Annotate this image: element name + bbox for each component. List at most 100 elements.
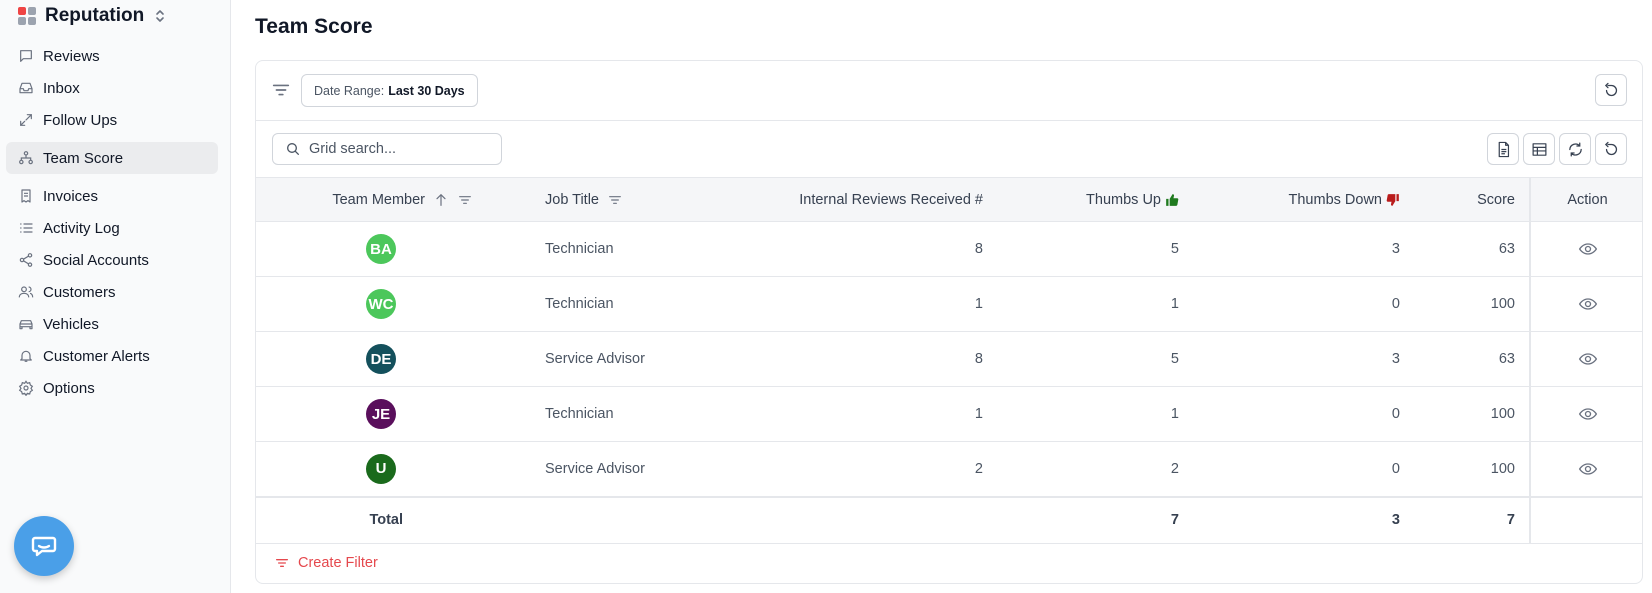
sidebar-item-customer-alerts[interactable]: Customer Alerts bbox=[6, 340, 218, 372]
team-member-cell: WC bbox=[256, 276, 531, 332]
total-label: Total bbox=[256, 495, 531, 544]
column-filter-icon[interactable] bbox=[607, 192, 623, 208]
table-row[interactable]: JE Technician 1 1 0 100 bbox=[256, 386, 1642, 442]
column-filter-icon[interactable] bbox=[457, 192, 473, 208]
total-thumbs-up: 7 bbox=[997, 495, 1193, 544]
eye-icon[interactable] bbox=[1578, 404, 1598, 424]
score-cell: 100 bbox=[1414, 276, 1530, 332]
team-member-cell: DE bbox=[256, 331, 531, 387]
sidebar-item-label: Options bbox=[43, 379, 95, 397]
sidebar-item-activity-log[interactable]: Activity Log bbox=[6, 212, 218, 244]
thumbs-up-cell: 5 bbox=[997, 221, 1193, 277]
grid-search[interactable] bbox=[272, 133, 502, 165]
eye-icon[interactable] bbox=[1578, 349, 1598, 369]
reviews-cell: 8 bbox=[741, 331, 997, 387]
team-member-cell: U bbox=[256, 441, 531, 497]
job-title-cell: Technician bbox=[531, 276, 741, 332]
filter-bar: Date Range: Last 30 Days bbox=[256, 61, 1642, 121]
reset-filters-button[interactable] bbox=[1595, 74, 1627, 106]
column-header-label: Job Title bbox=[545, 191, 599, 208]
message-square-icon bbox=[20, 50, 32, 62]
sidebar-item-inbox[interactable]: Inbox bbox=[6, 72, 218, 104]
filter-lines-icon[interactable] bbox=[270, 79, 292, 101]
action-cell bbox=[1529, 221, 1642, 277]
column-header-team-member[interactable]: Team Member bbox=[256, 177, 531, 222]
sidebar-item-label: Reviews bbox=[43, 47, 100, 65]
column-header-thumbs-up[interactable]: Thumbs Up bbox=[997, 177, 1193, 222]
sidebar-item-vehicles[interactable]: Vehicles bbox=[6, 308, 218, 340]
team-score-card: Date Range: Last 30 Days Team Member bbox=[255, 60, 1643, 584]
job-title-cell: Service Advisor bbox=[531, 331, 741, 387]
sidebar-item-customers[interactable]: Customers bbox=[6, 276, 218, 308]
reviews-cell: 1 bbox=[741, 386, 997, 442]
total-row: Total 7 3 7 bbox=[256, 495, 1642, 544]
sidebar-item-team-score[interactable]: Team Score bbox=[6, 142, 218, 174]
thumbs-down-cell: 0 bbox=[1193, 276, 1414, 332]
table-header-row: Team Member Job Title Internal Reviews R… bbox=[256, 177, 1642, 222]
date-range-filter-chip[interactable]: Date Range: Last 30 Days bbox=[301, 74, 478, 107]
score-cell: 63 bbox=[1414, 331, 1530, 387]
sidebar-item-label: Customers bbox=[43, 283, 116, 301]
grid-search-input[interactable] bbox=[309, 141, 489, 157]
sidebar-item-reviews[interactable]: Reviews bbox=[6, 40, 218, 72]
table-row[interactable]: BA Technician 8 5 3 63 bbox=[256, 221, 1642, 277]
create-filter-button[interactable]: Create Filter bbox=[274, 555, 378, 571]
refresh-button[interactable] bbox=[1559, 133, 1591, 165]
empty-cell bbox=[531, 495, 741, 544]
job-title-cell: Service Advisor bbox=[531, 441, 741, 497]
empty-cell bbox=[741, 495, 997, 544]
thumbs-up-cell: 1 bbox=[997, 386, 1193, 442]
sidebar-item-label: Inbox bbox=[43, 79, 80, 97]
sidebar: Reputation Reviews Inbox Follow Ups Team… bbox=[0, 0, 231, 593]
eye-icon[interactable] bbox=[1578, 294, 1598, 314]
table-row[interactable]: DE Service Advisor 8 5 3 63 bbox=[256, 331, 1642, 387]
eye-icon[interactable] bbox=[1578, 239, 1598, 259]
job-title-cell: Technician bbox=[531, 221, 741, 277]
bell-icon bbox=[20, 350, 32, 362]
columns-button[interactable] bbox=[1523, 133, 1555, 165]
avatar: JE bbox=[366, 399, 396, 429]
sidebar-item-label: Activity Log bbox=[43, 219, 120, 237]
eye-icon[interactable] bbox=[1578, 459, 1598, 479]
thumbs-up-cell: 1 bbox=[997, 276, 1193, 332]
action-cell bbox=[1529, 441, 1642, 497]
sidebar-item-invoices[interactable]: Invoices bbox=[6, 180, 218, 212]
export-csv-button[interactable] bbox=[1487, 133, 1519, 165]
follow-up-icon bbox=[20, 114, 32, 126]
sidebar-item-options[interactable]: Options bbox=[6, 372, 218, 404]
thumbs-down-cell: 0 bbox=[1193, 386, 1414, 442]
chat-launcher-button[interactable] bbox=[14, 516, 74, 576]
reviews-cell: 2 bbox=[741, 441, 997, 497]
app-switcher[interactable]: Reputation bbox=[18, 4, 166, 28]
action-cell bbox=[1529, 276, 1642, 332]
sidebar-item-social-accounts[interactable]: Social Accounts bbox=[6, 244, 218, 276]
search-icon bbox=[287, 143, 299, 155]
sidebar-item-label: Customer Alerts bbox=[43, 347, 150, 365]
team-member-cell: BA bbox=[256, 221, 531, 277]
avatar: WC bbox=[366, 289, 396, 319]
avatar: U bbox=[366, 453, 396, 484]
score-cell: 100 bbox=[1414, 386, 1530, 442]
sort-ascending-icon[interactable] bbox=[433, 192, 449, 208]
share-icon bbox=[19, 253, 33, 267]
avatar: DE bbox=[366, 344, 396, 374]
empty-cell bbox=[1529, 495, 1642, 544]
column-header-thumbs-down[interactable]: Thumbs Down bbox=[1193, 177, 1414, 222]
sidebar-item-follow-ups[interactable]: Follow Ups bbox=[6, 104, 218, 136]
receipt-icon bbox=[21, 189, 31, 203]
column-header-label: Internal Reviews Received # bbox=[799, 191, 983, 208]
action-cell bbox=[1529, 386, 1642, 442]
thumbs-down-cell: 3 bbox=[1193, 221, 1414, 277]
column-header-internal-reviews[interactable]: Internal Reviews Received # bbox=[741, 177, 997, 222]
table-row[interactable]: U Service Advisor 2 2 0 100 bbox=[256, 441, 1642, 497]
job-title-cell: Technician bbox=[531, 386, 741, 442]
column-header-label: Action bbox=[1567, 191, 1608, 208]
reset-grid-button[interactable] bbox=[1595, 133, 1627, 165]
date-range-value: Last 30 Days bbox=[388, 83, 465, 98]
column-header-action: Action bbox=[1529, 177, 1642, 222]
column-header-job-title[interactable]: Job Title bbox=[531, 177, 741, 222]
column-header-score[interactable]: Score bbox=[1414, 177, 1530, 222]
table-row[interactable]: WC Technician 1 1 0 100 bbox=[256, 276, 1642, 332]
avatar: BA bbox=[366, 234, 396, 264]
undo-icon bbox=[1604, 82, 1617, 96]
